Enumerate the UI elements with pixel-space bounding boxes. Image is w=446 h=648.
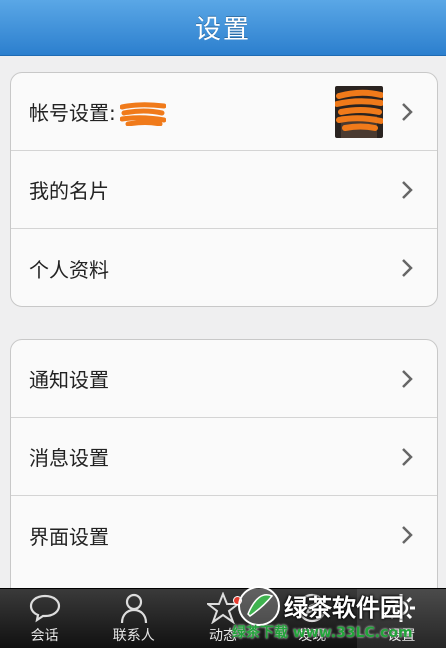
- tab-discover-label: 发现: [298, 628, 327, 644]
- my-card-row[interactable]: 我的名片: [11, 151, 437, 229]
- message-settings-label: 消息设置: [29, 446, 109, 470]
- page-title: 设置: [194, 15, 251, 45]
- tab-chat[interactable]: 会话: [0, 589, 89, 648]
- redacted-account-name: [119, 102, 166, 127]
- account-settings-text: 帐号设置:: [29, 100, 116, 125]
- tab-bar: 会话 联系人 动态 发现 设置: [0, 588, 446, 648]
- message-settings-row[interactable]: 消息设置: [11, 418, 437, 496]
- chevron-right-icon: [397, 521, 417, 549]
- tab-settings[interactable]: 设置: [356, 589, 446, 648]
- notification-dot: [232, 596, 242, 605]
- tab-discover[interactable]: 发现: [268, 589, 357, 648]
- notification-settings-row[interactable]: 通知设置: [11, 340, 437, 418]
- interface-settings-label: 界面设置: [29, 524, 109, 549]
- account-settings-row[interactable]: 帐号设置:: [11, 73, 437, 151]
- chevron-right-icon: [397, 176, 417, 204]
- tab-moments[interactable]: 动态: [178, 589, 267, 648]
- chevron-right-icon: [397, 443, 417, 471]
- notification-settings-label: 通知设置: [29, 368, 109, 392]
- tab-chat-label: 会话: [30, 628, 59, 644]
- chat-bubble-icon: [28, 591, 62, 625]
- tab-settings-label: 设置: [387, 628, 416, 644]
- profile-row[interactable]: 个人资料: [11, 229, 437, 306]
- chevron-right-icon: [397, 98, 417, 126]
- discover-icon: [296, 591, 328, 625]
- my-card-label: 我的名片: [29, 179, 109, 203]
- chevron-right-icon: [397, 365, 417, 393]
- person-icon: [119, 591, 149, 625]
- profile-label: 个人资料: [29, 257, 109, 282]
- tab-contacts-label: 联系人: [112, 628, 155, 644]
- tab-contacts[interactable]: 联系人: [89, 589, 178, 648]
- tab-moments-label: 动态: [209, 628, 237, 644]
- chevron-right-icon: [397, 254, 417, 282]
- gear-icon: [385, 591, 417, 625]
- settings-group-general: 通知设置 消息设置 界面设置: [10, 339, 438, 588]
- account-settings-label: 帐号设置:: [29, 97, 335, 127]
- interface-settings-row[interactable]: 界面设置: [11, 496, 437, 574]
- settings-content[interactable]: 帐号设置: 我的名片 个人资料 通知设置 消息设置 界面设置: [0, 56, 446, 588]
- nav-bar: 设置: [0, 0, 446, 56]
- settings-group-account: 帐号设置: 我的名片 个人资料: [10, 72, 438, 307]
- avatar: [335, 85, 383, 138]
